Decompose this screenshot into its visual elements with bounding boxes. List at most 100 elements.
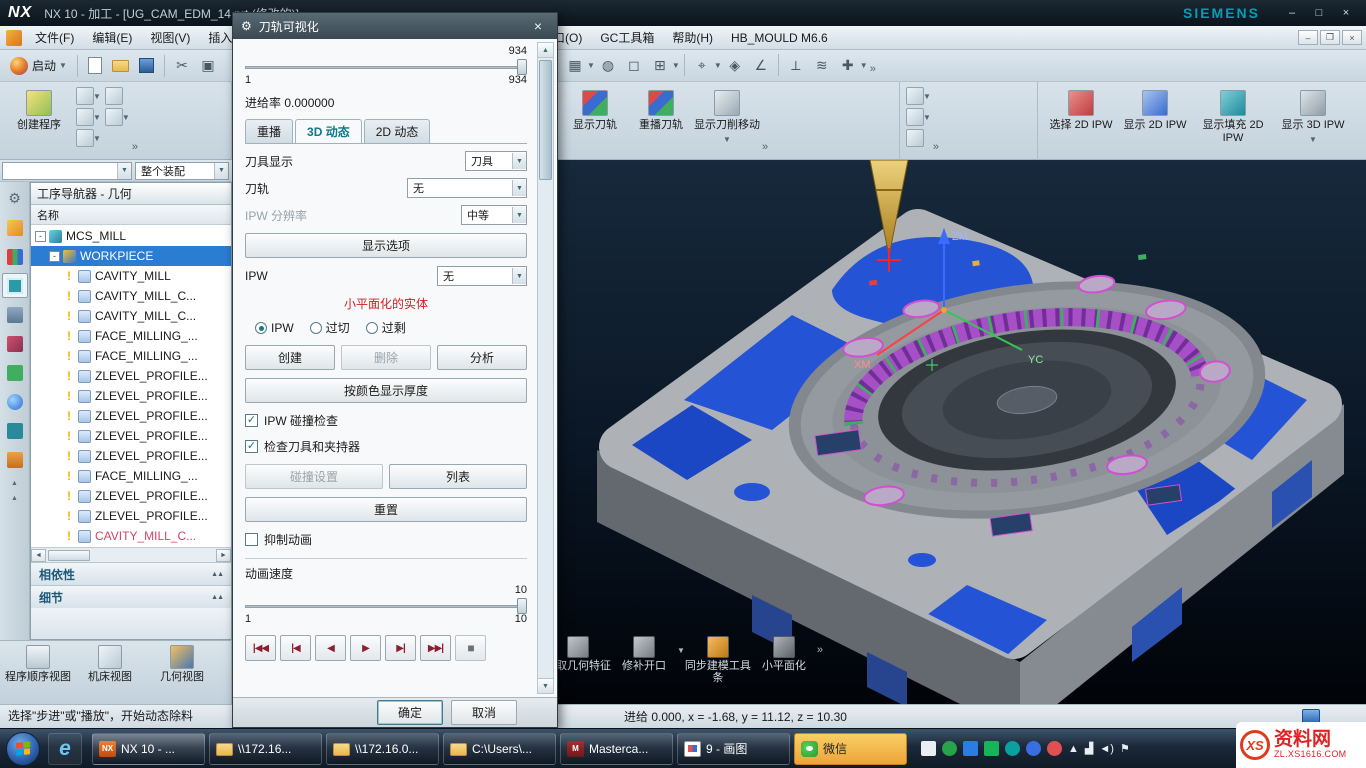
replay-toolpath-button[interactable]: 重播刀轨 <box>628 87 694 132</box>
tree-row[interactable]: !ZLEVEL_PROFILE... <box>31 506 231 526</box>
taskbar-button-network-folder-1[interactable]: \\172.16... <box>209 733 322 765</box>
tree-row[interactable]: !FACE_MILLING_... <box>31 466 231 486</box>
menu-edit[interactable]: 编辑(E) <box>83 26 141 50</box>
wireframe-view-icon[interactable]: ◻ <box>622 53 646 77</box>
menu-hb-mould[interactable]: HB_MOULD M6.6 <box>722 26 837 50</box>
resbar-scroll-up-icon[interactable]: ▲ <box>11 480 18 487</box>
network-icon[interactable]: ▟ <box>1085 742 1093 755</box>
radio-ipw[interactable]: IPW <box>255 321 294 335</box>
tray-ime-icon[interactable] <box>921 741 936 756</box>
resbar-scroll-up-icon[interactable]: ▲ <box>11 495 18 502</box>
tree-row[interactable]: !CAVITY_MILL_C... <box>31 286 231 306</box>
animation-speed-slider[interactable] <box>245 597 527 615</box>
taskbar-button-nx[interactable]: NX NX 10 - ... <box>92 733 205 765</box>
snap-grid-icon[interactable]: ▦ <box>563 53 587 77</box>
maximize-button[interactable]: □ <box>1307 4 1331 22</box>
tray-sync-icon[interactable] <box>1026 741 1041 756</box>
scrollbar-thumb[interactable] <box>48 550 90 561</box>
tray-cloud-icon[interactable] <box>963 741 978 756</box>
tray-music-icon[interactable] <box>1047 741 1062 756</box>
windows-start-button[interactable] <box>6 732 40 766</box>
select-2d-ipw-button[interactable]: 选择 2D IPW <box>1044 87 1118 132</box>
machine-simulation-icon[interactable] <box>906 108 924 126</box>
display-options-button[interactable]: 显示选项 <box>245 233 527 258</box>
tree-row-selected[interactable]: - WORKPIECE <box>31 246 231 266</box>
ipw-collision-check-row[interactable]: IPW 碰撞检查 <box>245 412 527 429</box>
suppress-animation-row[interactable]: 抑制动画 <box>245 531 527 548</box>
step-forward-button[interactable]: ▶| <box>385 635 416 661</box>
create-geometry-icon[interactable] <box>76 108 94 126</box>
create-operation-icon[interactable] <box>105 87 123 105</box>
tree-row[interactable]: !CAVITY_MILL_C... <box>31 306 231 326</box>
tray-antivirus-icon[interactable] <box>984 741 999 756</box>
web-browser-icon[interactable] <box>2 389 28 414</box>
group-overflow-icon[interactable]: » <box>931 141 941 155</box>
copy-icon[interactable]: ▣ <box>196 54 220 78</box>
menu-view[interactable]: 视图(V) <box>141 26 199 50</box>
constraint-navigator-icon[interactable] <box>2 244 28 269</box>
shaded-view-icon[interactable]: ◍ <box>596 53 620 77</box>
patch-openings-button[interactable]: 修补开口 <box>611 636 677 672</box>
scroll-right-icon[interactable]: ► <box>216 549 231 562</box>
taskbar-button-network-folder-2[interactable]: \\172.16.0... <box>326 733 439 765</box>
collision-settings-button[interactable]: 碰撞设置 <box>245 464 383 489</box>
facet-body-button[interactable]: 小平面化 <box>751 636 817 672</box>
create-program-button[interactable]: 创建程序 <box>6 87 72 132</box>
tree-row[interactable]: !CAVITY_MILL <box>31 266 231 286</box>
tab-3d-dynamic[interactable]: 3D 动态 <box>295 119 362 143</box>
show-toolpath-button[interactable]: 显示刀轨 <box>562 87 628 132</box>
menu-file[interactable]: 文件(F) <box>26 26 83 50</box>
menu-gc-toolbox[interactable]: GC工具箱 <box>591 26 663 50</box>
show-cut-moves-button[interactable]: 显示刀削移动 ▼ <box>694 87 760 144</box>
slider-handle[interactable] <box>517 598 527 614</box>
hidden-icons-chevron-icon[interactable]: ▲ <box>1068 743 1079 755</box>
tab-2d-dynamic[interactable]: 2D 动态 <box>364 119 431 143</box>
tree-row[interactable]: !ZLEVEL_PROFILE... <box>31 486 231 506</box>
volume-icon[interactable]: ◄) <box>1099 743 1114 755</box>
tree-row[interactable]: !ZLEVEL_PROFILE... <box>31 386 231 406</box>
tree-row[interactable]: !ZLEVEL_PROFILE... <box>31 366 231 386</box>
toolpath-select[interactable]: 无 ▼ <box>407 178 527 198</box>
dependencies-section[interactable]: 相依性 ▲▲ <box>31 562 231 585</box>
tool-display-select[interactable]: 刀具 ▼ <box>465 151 527 171</box>
resource-options-gear-icon[interactable]: ⚙ <box>2 186 28 211</box>
dialog-scrollbar[interactable]: ▲ ▼ <box>537 42 554 694</box>
machining-wizard-icon[interactable] <box>2 360 28 385</box>
reuse-library-icon[interactable] <box>2 302 28 327</box>
create-button[interactable]: 创建 <box>245 345 335 370</box>
curve-snap-icon[interactable]: ≋ <box>810 53 834 77</box>
tree-row[interactable]: !ZLEVEL_PROFILE... <box>31 426 231 446</box>
tree-row[interactable]: !FACE_MILLING_... <box>31 346 231 366</box>
group-overflow-icon[interactable]: » <box>130 141 140 155</box>
taskbar-button-users-folder[interactable]: C:\Users\... <box>443 733 556 765</box>
datum-plane-icon[interactable]: ◈ <box>723 53 747 77</box>
path-position-slider[interactable] <box>245 58 527 76</box>
scroll-up-icon[interactable]: ▲ <box>538 43 553 58</box>
child-minimize-button[interactable]: – <box>1298 30 1318 45</box>
show-3d-ipw-button[interactable]: 显示 3D IPW ▼ <box>1274 87 1352 144</box>
list-button[interactable]: 列表 <box>389 464 527 489</box>
open-file-icon[interactable] <box>109 54 133 78</box>
tree-row[interactable]: !ZLEVEL_PROFILE... <box>31 406 231 426</box>
details-section[interactable]: 细节 ▲▲ <box>31 585 231 608</box>
step-back-button[interactable]: |◀ <box>280 635 311 661</box>
chevron-down-icon[interactable]: ▼ <box>677 636 685 655</box>
thickness-by-color-button[interactable]: 按颜色显示厚度 <box>245 378 527 403</box>
angle-measure-icon[interactable]: ∠ <box>749 53 773 77</box>
ipw-resolution-select[interactable]: 中等 ▼ <box>461 205 527 225</box>
horizontal-scrollbar[interactable]: ◄ ► <box>31 547 231 562</box>
close-button[interactable]: × <box>1334 4 1358 22</box>
cancel-button[interactable]: 取消 <box>451 700 517 725</box>
scroll-down-icon[interactable]: ▼ <box>538 678 553 693</box>
post-process-icon[interactable] <box>906 129 924 147</box>
tree-row[interactable]: !ZLEVEL_PROFILE... <box>31 446 231 466</box>
dialog-close-icon[interactable]: × <box>527 18 549 34</box>
checkbox-checked-icon[interactable] <box>245 440 258 453</box>
menu-help[interactable]: 帮助(H) <box>663 26 722 50</box>
operation-navigator-icon[interactable] <box>2 273 28 298</box>
action-center-flag-icon[interactable]: ⚑ <box>1120 742 1130 755</box>
history-palette-icon[interactable] <box>2 418 28 443</box>
collapse-icon[interactable]: - <box>49 251 60 262</box>
tab-replay[interactable]: 重播 <box>245 119 293 143</box>
ok-button[interactable]: 确定 <box>377 700 443 725</box>
